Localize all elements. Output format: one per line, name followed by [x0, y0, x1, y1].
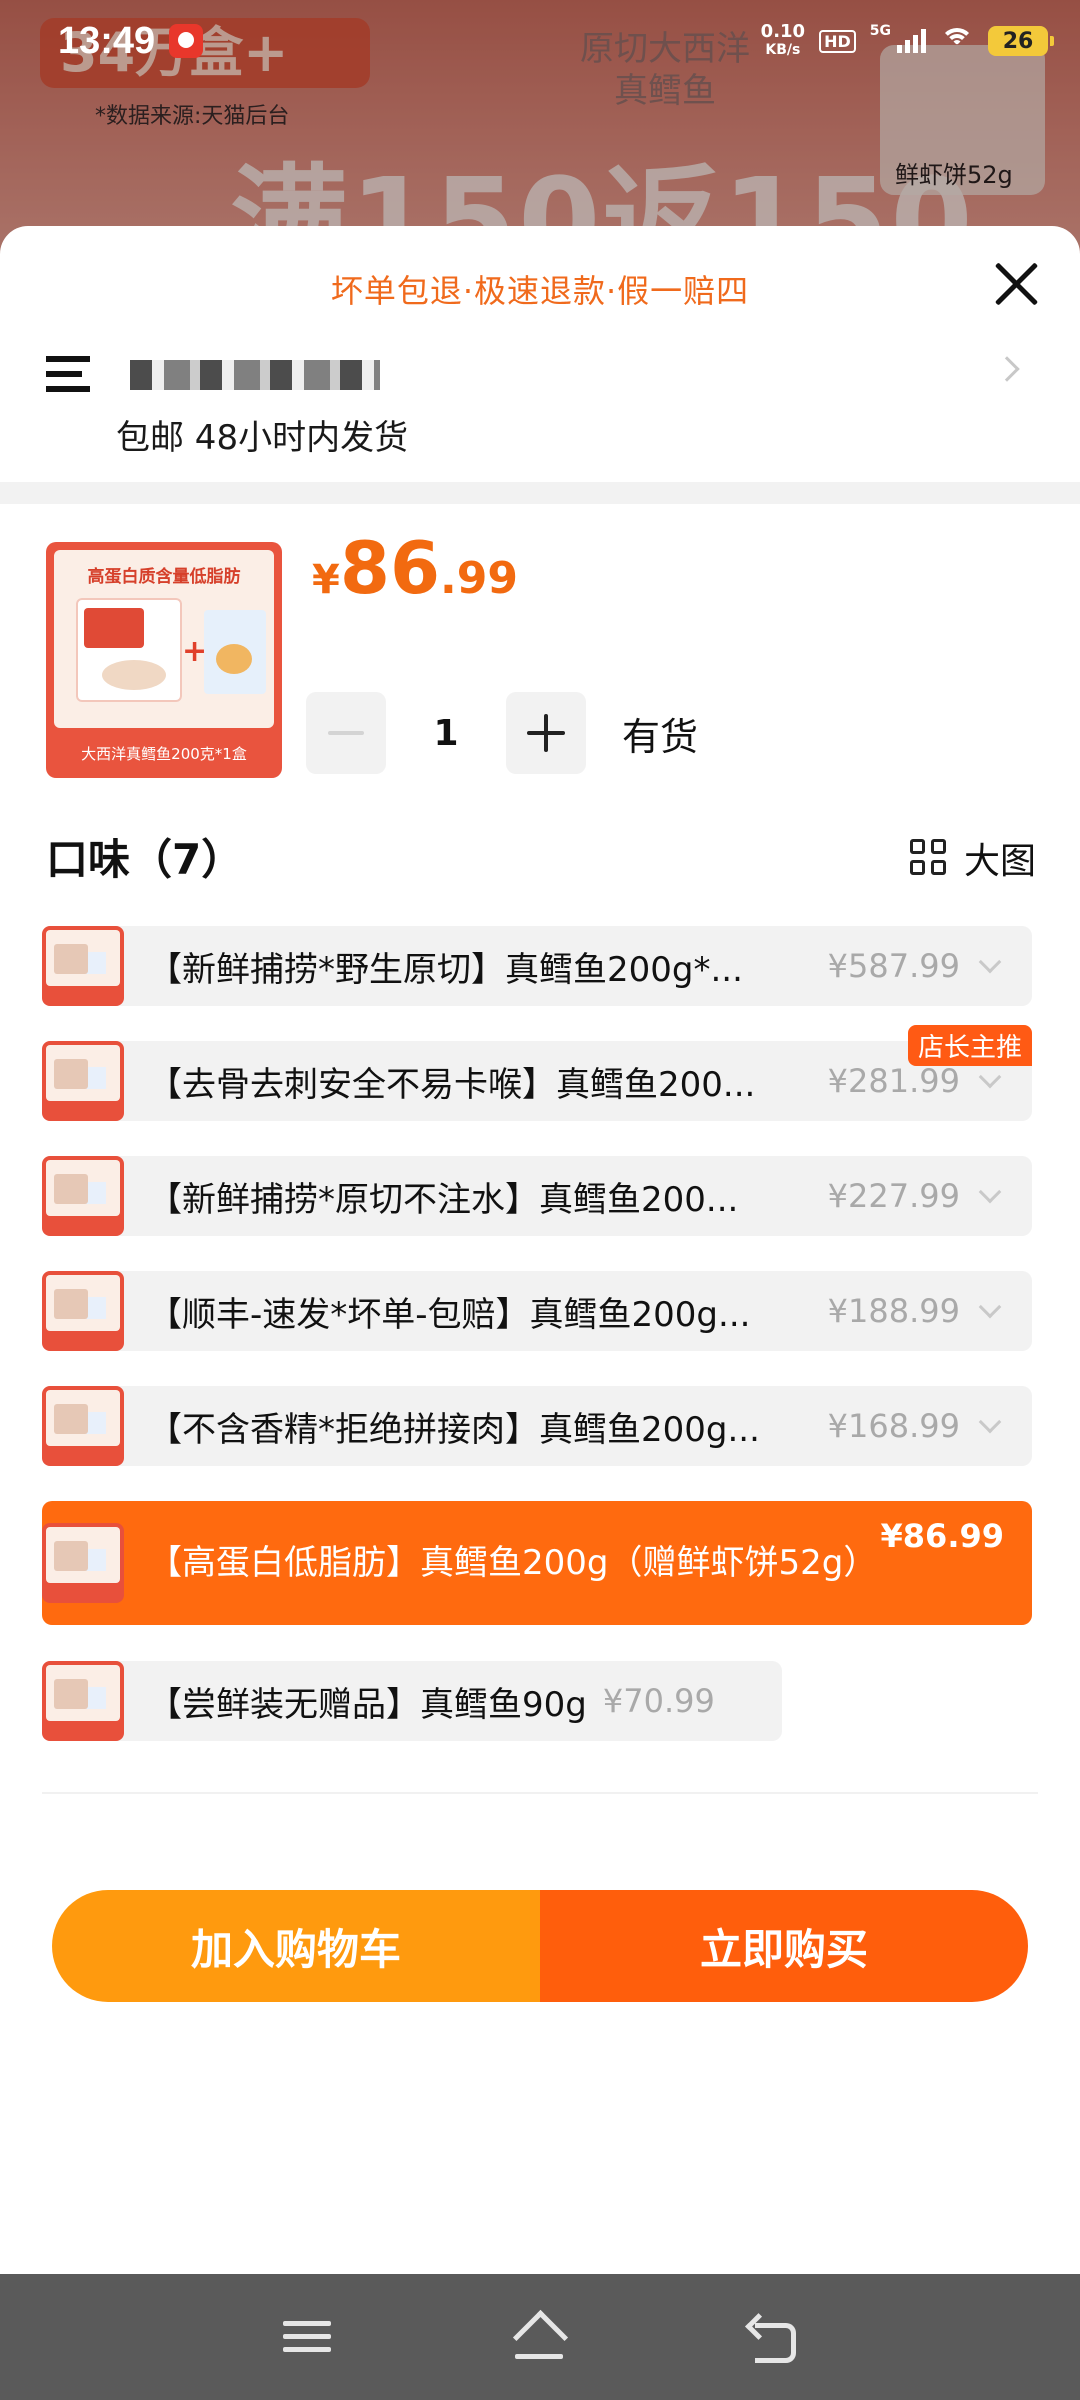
recent-apps-icon[interactable]: [283, 2319, 331, 2355]
product-box-art: [76, 598, 182, 702]
increase-quantity-button[interactable]: [506, 692, 586, 774]
price-decimal: .99: [440, 553, 518, 604]
shipping-info: 包邮 48小时内发货: [116, 418, 409, 458]
option-label: 【尝鲜装无赠品】真鳕鱼90g: [148, 1684, 587, 1725]
quantity-value[interactable]: 1: [386, 713, 506, 754]
chevron-down-icon: [978, 1065, 1002, 1089]
chevron-down-icon: [978, 1410, 1002, 1434]
battery-icon: 26: [988, 26, 1054, 56]
price-integer: 86: [339, 526, 441, 610]
price-currency: ¥: [312, 557, 340, 603]
wifi-icon: [940, 28, 974, 54]
add-to-cart-button[interactable]: 加入购物车: [52, 1890, 540, 2002]
decrease-quantity-button[interactable]: [306, 692, 386, 774]
back-icon[interactable]: [747, 2315, 797, 2363]
option-thumbnail: [42, 1661, 124, 1741]
options-divider: [42, 1792, 1038, 1794]
network-type: 5G: [869, 23, 891, 39]
product-image-panel: 高蛋白质含量低脂肪 +: [54, 550, 274, 728]
stock-status: 有货: [622, 714, 699, 759]
flavor-option[interactable]: 【不含香精*拒绝拼接肉】真鳕鱼200g... ¥168.99: [42, 1386, 1032, 1466]
buy-now-button[interactable]: 立即购买: [540, 1890, 1028, 2002]
status-time: 13:49: [58, 19, 156, 62]
network-speed: 0.10 KB/s: [761, 23, 805, 59]
product-image-title: 高蛋白质含量低脂肪: [87, 567, 241, 587]
option-label: 【顺丰-速发*坏单-包赔】真鳕鱼200g...: [148, 1294, 751, 1335]
status-bar: 13:49 0.10 KB/s HD 5G 26: [0, 0, 1080, 82]
option-label: 【去骨去刺安全不易卡喉】真鳕鱼200...: [148, 1064, 756, 1105]
quantity-stepper: 1 有货: [306, 692, 698, 774]
large-image-toggle[interactable]: 大图: [909, 832, 1036, 884]
product-price: ¥86.99: [312, 526, 518, 610]
option-label: 【新鲜捕捞*野生原切】真鳕鱼200g*...: [148, 949, 743, 990]
service-guarantee: 坏单包退·极速退款·假一赔四: [330, 272, 750, 310]
battery-level: 26: [1002, 28, 1034, 54]
chevron-right-icon: [994, 356, 1020, 382]
home-icon[interactable]: [511, 2314, 567, 2360]
address-icon: [46, 354, 90, 394]
option-price: ¥281.99: [827, 1062, 960, 1100]
status-indicators: 0.10 KB/s HD 5G 26: [761, 23, 1054, 59]
network-speed-unit: KB/s: [765, 42, 801, 58]
option-price: ¥587.99: [827, 947, 960, 985]
product-bag-art: [204, 610, 266, 694]
flavor-option[interactable]: 【新鲜捕捞*野生原切】真鳕鱼200g*... ¥587.99: [42, 926, 1032, 1006]
option-price: ¥168.99: [827, 1407, 960, 1445]
option-label: 【不含香精*拒绝拼接肉】真鳕鱼200g...: [148, 1409, 760, 1450]
signal-icon: [897, 29, 926, 53]
section-divider: [0, 482, 1080, 504]
option-thumbnail: [42, 926, 124, 1006]
shipping-address-row[interactable]: 包邮 48小时内发货: [0, 338, 1080, 458]
option-price: ¥70.99: [602, 1682, 715, 1720]
flavor-option[interactable]: 【新鲜捕捞*原切不注水】真鳕鱼200... ¥227.99: [42, 1156, 1032, 1236]
chevron-down-icon: [978, 1180, 1002, 1204]
large-image-label: 大图: [963, 841, 1036, 882]
hd-icon: HD: [819, 29, 856, 53]
option-thumbnail: [42, 1156, 124, 1236]
product-image[interactable]: 高蛋白质含量低脂肪 + 大西洋真鳕鱼200克*1盒: [46, 542, 282, 778]
product-image-caption: 大西洋真鳕鱼200克*1盒: [81, 745, 247, 763]
flavor-option[interactable]: 【尝鲜装无赠品】真鳕鱼90g ¥70.99: [42, 1661, 782, 1741]
action-buttons: 加入购物车 立即购买: [52, 1890, 1028, 2002]
option-price: ¥227.99: [827, 1177, 960, 1215]
close-icon[interactable]: [988, 256, 1044, 312]
option-label: 【高蛋白低脂肪】真鳕鱼200g（赠鲜虾饼52g）: [148, 1543, 878, 1583]
option-price: ¥86.99: [880, 1517, 1004, 1555]
flavor-option[interactable]: 【顺丰-速发*坏单-包赔】真鳕鱼200g... ¥188.99: [42, 1271, 1032, 1351]
chevron-down-icon: [978, 1295, 1002, 1319]
chevron-down-icon: [978, 950, 1002, 974]
flavor-option-selected[interactable]: 【高蛋白低脂肪】真鳕鱼200g（赠鲜虾饼52g） ¥86.99: [42, 1501, 1032, 1625]
option-thumbnail: [42, 1041, 124, 1121]
option-price: ¥188.99: [827, 1292, 960, 1330]
option-thumbnail: [42, 1271, 124, 1351]
notification-app-icon: [169, 24, 204, 58]
address-redacted: [130, 360, 380, 390]
option-thumbnail: [42, 1523, 124, 1603]
recommended-badge: 店长主推: [907, 1025, 1032, 1066]
system-navigation-bar: [0, 2274, 1080, 2400]
flavor-section-title: 口味（7）: [46, 835, 244, 884]
network-speed-value: 0.10: [760, 21, 806, 42]
grid-view-icon: [909, 839, 948, 877]
option-label: 【新鲜捕捞*原切不注水】真鳕鱼200...: [148, 1179, 739, 1220]
option-thumbnail: [42, 1386, 124, 1466]
flavor-option[interactable]: 【去骨去刺安全不易卡喉】真鳕鱼200... ¥281.99 店长主推: [42, 1025, 1032, 1121]
